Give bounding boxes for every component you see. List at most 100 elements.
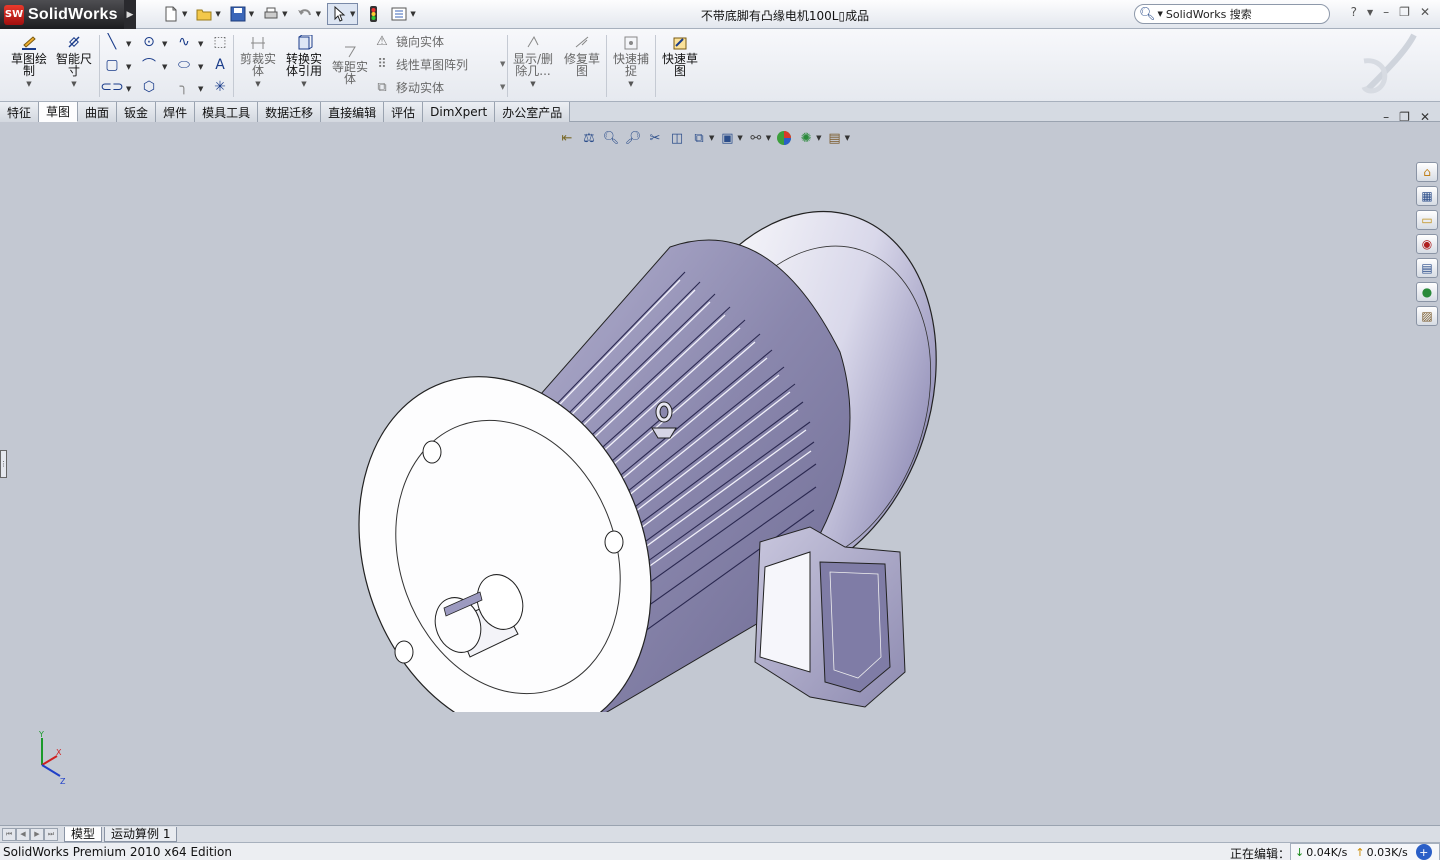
chevron-down-icon[interactable]: ▼: [162, 40, 167, 48]
tab-evaluate[interactable]: 评估: [384, 102, 424, 122]
hide-show-items-icon[interactable]: ▣: [718, 129, 736, 147]
save-button[interactable]: ▼: [227, 3, 256, 25]
chevron-down-icon[interactable]: ▼: [26, 78, 31, 90]
chevron-down-icon[interactable]: ▼: [316, 10, 321, 18]
chevron-down-icon[interactable]: ▼: [126, 63, 131, 71]
home-icon[interactable]: ⌂: [1416, 162, 1438, 182]
chevron-down-icon[interactable]: ▼: [350, 10, 355, 18]
appearance-icon[interactable]: [775, 129, 793, 147]
tab-dimxpert[interactable]: DimXpert: [423, 102, 496, 122]
tab-motion-study[interactable]: 运动算例 1: [104, 826, 178, 842]
chevron-down-icon[interactable]: ▼: [255, 78, 260, 90]
add-icon[interactable]: +: [1415, 844, 1432, 860]
new-document-button[interactable]: ▼: [160, 3, 189, 25]
chevron-down-icon[interactable]: ▼: [530, 78, 535, 90]
help-icon[interactable]: ?: [1351, 5, 1357, 19]
trim-button[interactable]: 剪裁实 体 ▼: [238, 35, 278, 90]
search-input[interactable]: 🔍︎ ▼ SolidWorks 搜索: [1134, 4, 1330, 24]
minimize-icon[interactable]: –: [1383, 5, 1389, 19]
chevron-down-icon[interactable]: ▼: [628, 78, 633, 90]
zoom-in-out-icon[interactable]: 🔎︎: [624, 129, 642, 147]
open-document-button[interactable]: ▼: [193, 3, 222, 25]
quick-snaps-button[interactable]: 快速捕 捉 ▼: [611, 35, 651, 90]
last-tab-icon[interactable]: ⏭: [44, 827, 58, 841]
tab-sketch[interactable]: 草图: [39, 102, 79, 122]
next-tab-icon[interactable]: ▶: [30, 827, 44, 841]
tab-features[interactable]: 特征: [0, 102, 40, 122]
view-orientation-icon[interactable]: ◫: [668, 129, 686, 147]
tab-surfaces[interactable]: 曲面: [78, 102, 118, 122]
tab-office-products[interactable]: 办公室产品: [495, 102, 571, 122]
tab-mold-tools[interactable]: 模具工具: [195, 102, 259, 122]
view-palette-icon[interactable]: ◉: [1416, 234, 1438, 254]
chevron-down-icon[interactable]: ▼: [282, 10, 287, 18]
offset-entities-button[interactable]: 等距实 体: [330, 43, 370, 85]
chevron-down-icon[interactable]: ▼: [766, 134, 771, 142]
view-settings-icon[interactable]: ▤: [826, 129, 844, 147]
ellipse-icon[interactable]: ⬭: [175, 56, 193, 74]
previous-view-icon[interactable]: ⇤: [558, 129, 576, 147]
repair-sketch-button[interactable]: 修复草 图: [562, 35, 602, 77]
close-icon[interactable]: ✕: [1420, 5, 1430, 19]
arc-icon[interactable]: ⌒: [140, 56, 158, 74]
linear-pattern-button[interactable]: ⠿ 线性草图阵列 ▼: [374, 55, 505, 73]
appearances-icon[interactable]: ●: [1416, 282, 1438, 302]
menu-expand-icon[interactable]: ▶: [124, 0, 136, 29]
first-tab-icon[interactable]: ⏮: [2, 827, 16, 841]
print-button[interactable]: ▼: [260, 3, 289, 25]
file-explorer-icon[interactable]: ▭: [1416, 210, 1438, 230]
zoom-to-area-icon[interactable]: 🔍︎: [602, 129, 620, 147]
chevron-down-icon[interactable]: ▼: [737, 134, 742, 142]
chevron-down-icon[interactable]: ▼: [1367, 8, 1373, 19]
display-delete-relations-button[interactable]: 显示/删 除几... ▼: [512, 35, 554, 90]
feature-manager-expand-handle[interactable]: ⋮: [0, 450, 7, 478]
tab-direct-editing[interactable]: 直接编辑: [321, 102, 385, 122]
chevron-down-icon[interactable]: ▼: [1158, 10, 1163, 18]
chevron-down-icon[interactable]: ▼: [182, 10, 187, 18]
chevron-down-icon[interactable]: ▼: [301, 78, 306, 90]
circle-icon[interactable]: ⊙: [140, 33, 158, 51]
chevron-down-icon[interactable]: ▼: [198, 40, 203, 48]
line-icon[interactable]: ╲: [103, 33, 121, 51]
fillet-icon[interactable]: ╮: [175, 78, 193, 96]
chevron-down-icon[interactable]: ▼: [500, 83, 505, 91]
design-library-icon[interactable]: ▤: [1416, 258, 1438, 278]
chevron-down-icon[interactable]: ▼: [198, 63, 203, 71]
convert-entities-button[interactable]: 转换实 体引用 ▼: [284, 35, 324, 90]
spline-icon[interactable]: ∿: [175, 33, 193, 51]
chevron-down-icon[interactable]: ▼: [126, 85, 131, 93]
tab-data-migration[interactable]: 数据迁移: [258, 102, 322, 122]
polygon-icon[interactable]: ⬡: [140, 78, 158, 96]
chevron-down-icon[interactable]: ▼: [845, 134, 850, 142]
mirror-entities-button[interactable]: ⚠ 镜向实体: [374, 32, 505, 50]
undo-button[interactable]: ▼: [294, 3, 323, 25]
chevron-down-icon[interactable]: ▼: [249, 10, 254, 18]
search-icon[interactable]: 🔍︎: [1139, 7, 1156, 22]
tab-weldments[interactable]: 焊件: [156, 102, 196, 122]
chevron-down-icon[interactable]: ▼: [126, 40, 131, 48]
display-style-icon[interactable]: ⧉: [690, 129, 708, 147]
rectangle-icon[interactable]: ▢: [103, 56, 121, 74]
chevron-down-icon[interactable]: ▼: [71, 78, 76, 90]
move-entities-button[interactable]: ⧉ 移动实体 ▼: [374, 78, 505, 96]
chevron-down-icon[interactable]: ▼: [198, 85, 203, 93]
smart-dimension-button[interactable]: 智能尺 寸 ▼: [55, 35, 93, 90]
select-button[interactable]: ▼: [326, 3, 359, 25]
chevron-down-icon[interactable]: ▼: [215, 10, 220, 18]
options-button[interactable]: ▼: [388, 3, 417, 25]
tab-model[interactable]: 模型: [64, 826, 103, 842]
zoom-to-fit-icon[interactable]: ⚖: [580, 129, 598, 147]
custom-properties-icon[interactable]: ▨: [1416, 306, 1438, 326]
point-icon[interactable]: ✳: [211, 78, 229, 96]
chevron-down-icon[interactable]: ▼: [410, 10, 415, 18]
graphics-area[interactable]: ⇤ ⚖ 🔍︎ 🔎︎ ✂ ◫ ⧉ ▼ ▣ ▼ ⚯ ▼ ✺ ▼ ▤ ▼ ⌂ ▦ ▭ …: [0, 122, 1440, 825]
chevron-down-icon[interactable]: ▼: [709, 134, 714, 142]
sketch-button[interactable]: 草图绘 制 ▼: [10, 35, 48, 90]
app-logo[interactable]: SW SolidWorks: [0, 0, 130, 29]
scene-icon[interactable]: ✺: [797, 129, 815, 147]
motor-3d-model[interactable]: [340, 202, 940, 712]
resources-icon[interactable]: ▦: [1416, 186, 1438, 206]
rebuild-button[interactable]: [362, 3, 384, 25]
rapid-sketch-button[interactable]: 快速草 图: [660, 35, 700, 77]
chevron-down-icon[interactable]: ▼: [500, 60, 505, 68]
